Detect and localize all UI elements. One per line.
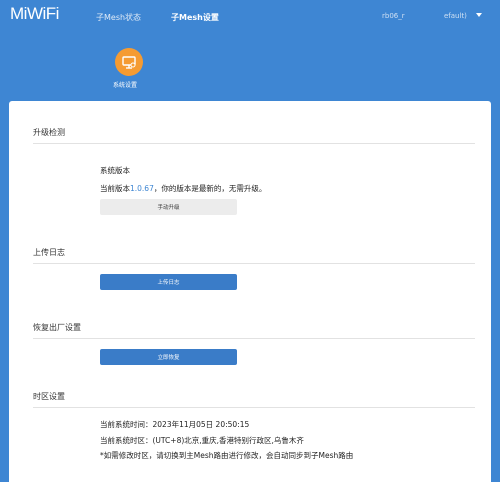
version-status-suffix: ，你的版本是最新的，无需升级。 bbox=[153, 184, 267, 193]
section-title-upgrade: 升级检测 bbox=[33, 128, 65, 137]
account-menu[interactable]: efault) bbox=[444, 12, 467, 20]
manual-upgrade-button[interactable]: 手动升级 bbox=[100, 199, 237, 215]
divider bbox=[33, 263, 475, 264]
system-settings-button[interactable] bbox=[115, 48, 143, 76]
device-name: rb06_r bbox=[382, 12, 405, 20]
chevron-down-icon[interactable] bbox=[476, 13, 482, 17]
version-number: 1.0.67 bbox=[130, 184, 154, 193]
monitor-gear-icon bbox=[122, 56, 136, 69]
miwifi-logo: MiWiFi bbox=[10, 4, 59, 23]
system-time: 当前系统时间：2023年11月05日 20:50:15 bbox=[100, 420, 250, 429]
factory-reset-button[interactable]: 立即恢复 bbox=[100, 349, 237, 365]
timezone-note: *如需修改时区，请切换到主Mesh路由进行修改，会自动同步到子Mesh路由 bbox=[100, 451, 354, 460]
system-settings-label: 系统设置 bbox=[113, 82, 138, 89]
nav-tab-mesh-settings[interactable]: 子Mesh设置 bbox=[171, 12, 219, 23]
section-title-timezone: 时区设置 bbox=[33, 392, 65, 401]
section-title-log: 上传日志 bbox=[33, 248, 65, 257]
settings-panel: 升级检测 系统版本 当前版本1.0.67，你的版本是最新的，无需升级。 手动升级… bbox=[9, 101, 491, 482]
section-title-reset: 恢复出厂设置 bbox=[33, 323, 81, 332]
divider bbox=[33, 407, 475, 408]
system-timezone: 当前系统时区：(UTC+8)北京,重庆,香港特别行政区,乌鲁木齐 bbox=[100, 436, 304, 445]
version-status-prefix: 当前版本 bbox=[100, 184, 130, 193]
system-version-label: 系统版本 bbox=[100, 166, 130, 175]
top-header: MiWiFi 子Mesh状态 子Mesh设置 rb06_r efault) 系统… bbox=[0, 0, 500, 100]
nav-tab-mesh-status[interactable]: 子Mesh状态 bbox=[96, 12, 141, 23]
divider bbox=[33, 143, 475, 144]
version-status: 当前版本1.0.67，你的版本是最新的，无需升级。 bbox=[100, 183, 266, 194]
divider bbox=[33, 338, 475, 339]
upload-log-button[interactable]: 上传日志 bbox=[100, 274, 237, 290]
